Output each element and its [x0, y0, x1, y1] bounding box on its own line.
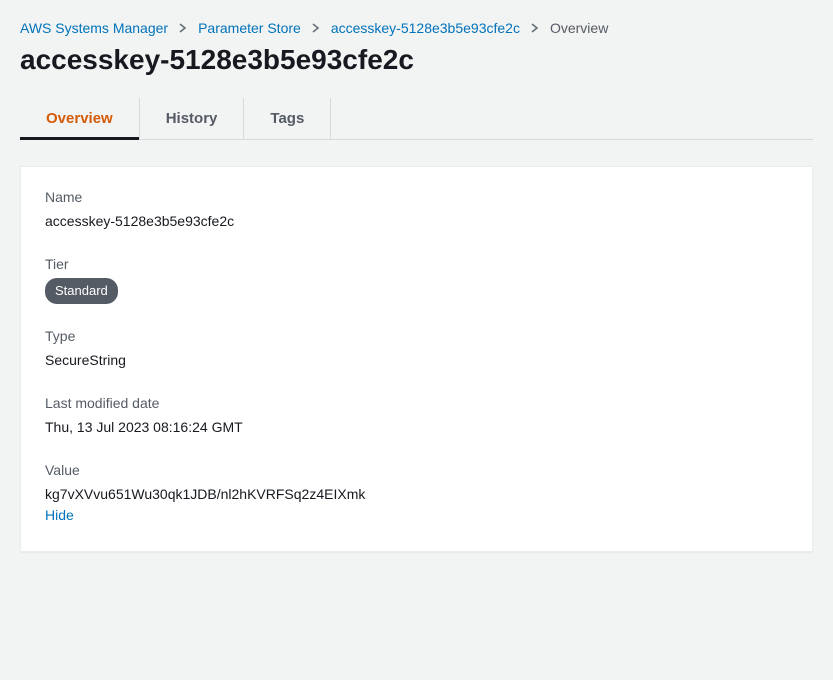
breadcrumb-link-parameter[interactable]: accesskey-5128e3b5e93cfe2c: [331, 20, 520, 36]
field-last-modified: Last modified date Thu, 13 Jul 2023 08:1…: [45, 395, 788, 438]
page-title: accesskey-5128e3b5e93cfe2c: [20, 44, 813, 76]
field-value-label: Value: [45, 462, 788, 478]
field-tier-label: Tier: [45, 256, 788, 272]
breadcrumb-link-parameter-store[interactable]: Parameter Store: [198, 20, 301, 36]
chevron-right-icon: [178, 23, 188, 33]
breadcrumb: AWS Systems Manager Parameter Store acce…: [20, 20, 813, 36]
field-value: Value kg7vXVvu651Wu30qk1JDB/nl2hKVRFSq2z…: [45, 462, 788, 523]
tabs: Overview History Tags: [20, 98, 813, 140]
field-type-label: Type: [45, 328, 788, 344]
tab-overview[interactable]: Overview: [20, 98, 140, 139]
tab-tags[interactable]: Tags: [244, 98, 331, 139]
tier-badge: Standard: [45, 278, 118, 304]
breadcrumb-current: Overview: [550, 20, 608, 36]
field-last-modified-value: Thu, 13 Jul 2023 08:16:24 GMT: [45, 417, 788, 438]
field-name-label: Name: [45, 189, 788, 205]
field-value-value: kg7vXVvu651Wu30qk1JDB/nl2hKVRFSq2z4EIXmk: [45, 484, 788, 505]
chevron-right-icon: [530, 23, 540, 33]
field-tier: Tier Standard: [45, 256, 788, 304]
field-last-modified-label: Last modified date: [45, 395, 788, 411]
breadcrumb-link-systems-manager[interactable]: AWS Systems Manager: [20, 20, 168, 36]
field-type: Type SecureString: [45, 328, 788, 371]
field-name-value: accesskey-5128e3b5e93cfe2c: [45, 211, 788, 232]
details-panel: Name accesskey-5128e3b5e93cfe2c Tier Sta…: [20, 166, 813, 552]
tab-history[interactable]: History: [140, 98, 245, 139]
hide-value-link[interactable]: Hide: [45, 507, 74, 523]
field-name: Name accesskey-5128e3b5e93cfe2c: [45, 189, 788, 232]
field-type-value: SecureString: [45, 350, 788, 371]
chevron-right-icon: [311, 23, 321, 33]
